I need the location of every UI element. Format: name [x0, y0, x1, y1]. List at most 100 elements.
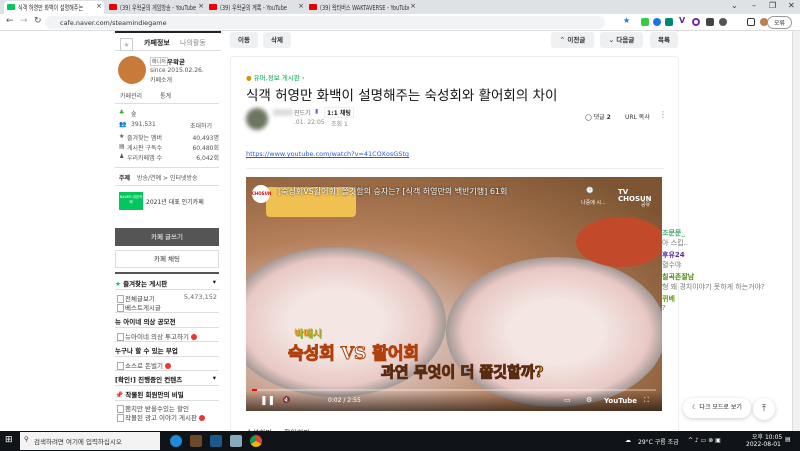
reload-icon[interactable]: ↻ — [34, 16, 42, 26]
list-button[interactable]: 목록 — [650, 32, 678, 48]
members-icon: 👥 — [119, 121, 127, 128]
stat-label: 즐겨찾는 멤버 — [127, 135, 163, 142]
app-icon[interactable] — [230, 435, 242, 447]
cafe-intro-link[interactable]: 카페소개 — [150, 75, 172, 84]
extension-icon[interactable] — [641, 18, 649, 26]
maximize-icon[interactable]: ❐ — [769, 1, 776, 10]
weather-text[interactable]: 29°C 구름 조금 — [638, 437, 679, 446]
close-icon[interactable]: × — [409, 2, 416, 10]
chat-username[interactable]: 후유24 — [662, 250, 792, 260]
url-input[interactable]: cafe.naver.com/steamindiegame — [45, 16, 605, 29]
tab-youtube-3[interactable]: (39) 왁타버스 WAKTAVERSE - YouTube × — [306, 1, 418, 14]
channel-logo[interactable]: CHOSUN — [252, 185, 271, 203]
side-panel-icon[interactable] — [747, 18, 755, 26]
edge-icon[interactable] — [170, 435, 182, 447]
board-item[interactable]: 쇼스로 돈벌기 — [115, 360, 219, 370]
page-scrollbar[interactable] — [792, 31, 800, 431]
stat-value: 60,480회 — [192, 145, 219, 152]
extension-icon[interactable] — [706, 18, 714, 26]
tab-cafe[interactable]: 식객 허영만 화백이 설명해주는 × — [4, 1, 104, 14]
one-on-one-chat-button[interactable]: 1:1 채팅 — [324, 107, 354, 118]
author-avatar[interactable] — [246, 108, 268, 130]
comments-button[interactable]: ◯ 댓글 2 — [585, 112, 611, 121]
subtitles-icon[interactable]: ▭ — [564, 396, 571, 404]
close-window-icon[interactable]: ✕ — [788, 1, 795, 10]
youtube-logo-button[interactable]: YouTube — [604, 397, 637, 405]
extension-icon[interactable] — [665, 18, 673, 26]
topic-value[interactable]: 방송/연예 > 인터넷방송 — [137, 173, 198, 182]
share-button[interactable]: 공유 — [641, 201, 650, 208]
scroll-top-button[interactable]: ⤒ — [753, 398, 775, 420]
delete-button[interactable]: 삭제 — [263, 32, 291, 48]
windows-start-icon[interactable]: ⊞ — [5, 435, 13, 445]
next-post-button[interactable]: ⌄ 다음글 — [600, 32, 643, 48]
invite-link[interactable]: 초대하기 — [190, 121, 212, 130]
more-options-icon[interactable]: ⋮ — [659, 110, 667, 119]
board-breadcrumb[interactable]: ● 유머,정보 게시판 › — [246, 72, 304, 82]
tab-youtube-2[interactable]: (39) 우왁굳의 계록 - YouTube × — [206, 1, 306, 14]
tab-youtube-1[interactable]: (39) 우왁굳의 게임방송 - YouTube × — [106, 1, 206, 14]
youtube-link[interactable]: https://www.youtube.com/watch?v=41COXosG… — [246, 150, 409, 158]
vegas-icon[interactable] — [210, 435, 222, 447]
close-icon[interactable]: × — [197, 2, 204, 10]
url-copy-button[interactable]: URL 복사 — [625, 112, 650, 121]
mute-icon[interactable]: 🔇 — [282, 396, 291, 404]
chrome-icon[interactable] — [250, 435, 262, 447]
stats-link[interactable]: 통계 — [160, 91, 171, 100]
forward-icon[interactable]: → — [20, 16, 28, 26]
dropdown-icon: ▾ — [212, 278, 216, 286]
video-title[interactable]: [숙성회VS활어회] 쫄깃함의 승자는? [식객 허영만의 백반기행] 61회 — [278, 186, 507, 197]
chat-overlay: 조문문_ 아 스킵.. 후유24 혈수야 칠곡존잘남 형 왜 경치이야기 못하게 하는거야… — [662, 228, 792, 314]
fav-boards-header[interactable]: ★ 즐겨찾는 게시판 ▾ — [115, 278, 219, 288]
tab-cafe-info[interactable]: 카페정보 — [144, 38, 170, 48]
view-count: 조회 1 — [331, 121, 348, 128]
chat-message: 혈수야 — [662, 261, 682, 269]
close-icon[interactable]: × — [95, 2, 102, 10]
chat-username[interactable]: 칠곡존잘남 — [662, 272, 792, 282]
manager-name[interactable]: 우왁굳 — [167, 56, 185, 66]
taskbar-search[interactable]: ⚲ 검색하려면 여기에 입력하십시오 — [20, 432, 160, 450]
extensions-puzzle-icon[interactable] — [719, 18, 727, 26]
favorite-star-icon[interactable]: ★ — [120, 38, 133, 51]
stat-value: 6,042회 — [196, 155, 219, 162]
cafe-chat-button[interactable]: 카페 채팅 — [115, 250, 219, 268]
move-button[interactable]: 이동 — [230, 32, 258, 48]
clock-time[interactable]: 오후 10:05 — [752, 432, 782, 441]
back-icon[interactable]: ← — [6, 16, 14, 26]
chat-message: 아 스킵.. — [662, 239, 688, 247]
minecraft-icon[interactable] — [190, 435, 202, 447]
extension-icon[interactable] — [653, 18, 661, 26]
author-name[interactable]: 진드기 — [294, 108, 311, 117]
cafe-manage-link[interactable]: 카페관리 — [120, 91, 142, 100]
divider — [246, 168, 664, 169]
chat-username[interactable]: 뀌베 — [662, 294, 792, 304]
fullscreen-icon[interactable]: ⛶ — [644, 396, 649, 405]
video-controls: ❚❚ 🔇 0:02 / 2:55 ▭ ⚙ YouTube ⛶ — [246, 391, 662, 411]
settings-icon[interactable]: ⚙ — [586, 396, 592, 404]
board-item[interactable]: 작몰된 광고 이야기 게시판 — [115, 412, 219, 422]
board-best-posts[interactable]: 베스트게시글 — [115, 302, 219, 312]
youtube-embed[interactable]: CHOSUN [숙성회VS활어회] 쫄깃함의 승자는? [식객 허영만의 백반기… — [246, 177, 662, 411]
section-header-collapsible[interactable]: [확인!] 진행중인 컨텐츠 ▾ — [115, 374, 219, 384]
section-label: [확인!] 진행중인 컨텐츠 — [115, 376, 183, 384]
tab-my-activity[interactable]: 나의활동 — [180, 38, 206, 48]
chat-username[interactable]: 조문문_ — [662, 228, 792, 238]
clock-icon[interactable]: 🕒 — [586, 187, 593, 194]
dark-mode-button[interactable]: ☾ 다크 모드로 보기 — [683, 398, 751, 418]
extension-o-icon[interactable] — [692, 18, 700, 26]
board-item[interactable]: 뉴아이네 의상 투고하기 — [115, 331, 219, 341]
minimize-icon[interactable]: – — [752, 1, 756, 10]
tray-icons[interactable]: ^ ♪ ▭ ⊗ ▣ — [688, 437, 721, 444]
tab-search-icon[interactable]: ⌄ — [731, 1, 738, 10]
member-count[interactable]: 391,531 — [131, 121, 156, 128]
write-post-button[interactable]: 카페 글쓰기 — [115, 228, 219, 246]
bookmark-star-icon[interactable]: ★ — [623, 16, 630, 25]
prev-post-button[interactable]: ⌃ 이전글 — [551, 32, 594, 48]
notification-icon[interactable]: ▤ — [785, 436, 791, 443]
close-icon[interactable]: × — [297, 2, 304, 10]
tab-title: (39) 왁타버스 WAKTAVERSE - YouTube — [320, 4, 412, 12]
pause-icon[interactable]: ❚❚ — [260, 396, 275, 406]
profile-error-button[interactable]: 오류 — [766, 16, 792, 29]
extension-v-icon[interactable]: V — [679, 16, 687, 25]
clock-date[interactable]: 2022-08-01 — [746, 441, 781, 448]
